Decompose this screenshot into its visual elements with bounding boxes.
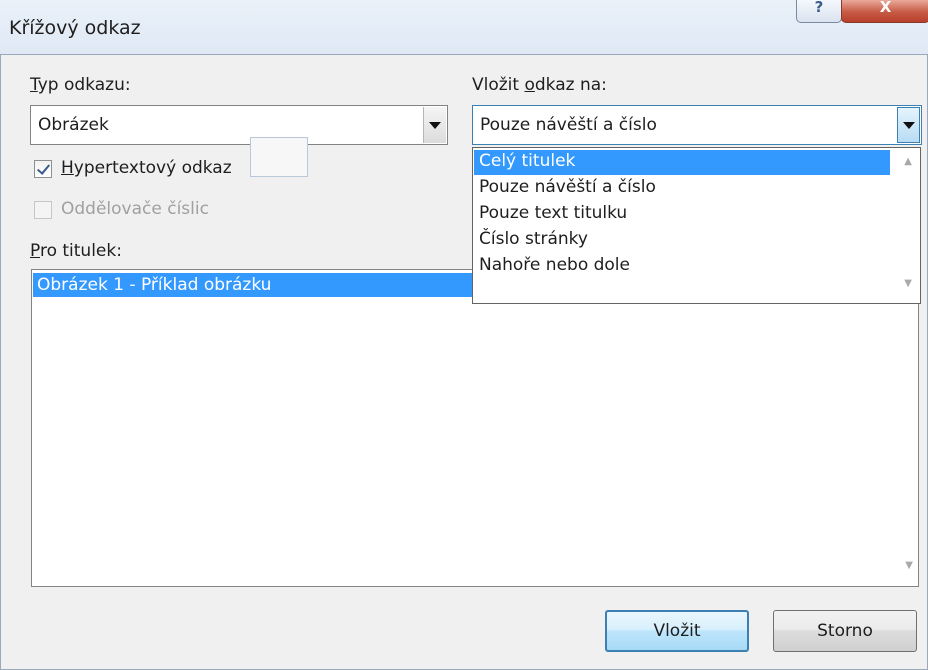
option-label: Pouze text titulku: [479, 203, 628, 223]
option-label: Celý titulek: [479, 151, 576, 171]
close-button[interactable]: X: [841, 0, 928, 23]
separators-checkbox-label: Oddělovače číslic: [61, 199, 209, 219]
separators-checkbox[interactable]: [34, 201, 52, 219]
dropdown-option-full-caption[interactable]: Celý titulek: [474, 150, 890, 175]
insert-reference-value: Pouze návěští a číslo: [480, 115, 657, 135]
dialog-body: Typ odkazu: Obrázek Vložit odkaz na: Pou…: [0, 54, 928, 670]
help-button[interactable]: ?: [796, 0, 842, 23]
insert-reference-options[interactable]: Celý titulek Pouze návěští a číslo Pouze…: [472, 147, 921, 304]
scroll-down-icon[interactable]: ▼: [905, 560, 913, 571]
insert-reference-label: Vložit odkaz na:: [472, 75, 607, 95]
dropdown-option-above-below[interactable]: Nahoře nebo dole: [474, 254, 890, 279]
caption-list[interactable]: Obrázek 1 - Příklad obrázku ▼: [31, 269, 919, 587]
separator-field[interactable]: [250, 137, 308, 177]
reference-type-dropdown[interactable]: Obrázek: [30, 105, 448, 145]
scroll-down-icon[interactable]: ▼: [904, 278, 912, 289]
for-caption-label: Pro titulek:: [30, 241, 122, 261]
reference-type-value: Obrázek: [38, 115, 109, 135]
option-label: Nahoře nebo dole: [479, 255, 630, 275]
insert-reference-dropdown[interactable]: Pouze návěští a číslo: [472, 105, 922, 145]
insert-button[interactable]: Vložit: [605, 610, 749, 652]
insert-reference-dropdown-button[interactable]: [897, 107, 920, 143]
hyperlink-checkbox[interactable]: [34, 160, 52, 178]
dropdown-option-caption-text[interactable]: Pouze text titulku: [474, 202, 890, 227]
option-label: Číslo stránky: [479, 229, 588, 249]
dialog-title: Křížový odkaz: [9, 17, 141, 39]
help-icon: ?: [814, 0, 824, 16]
list-item[interactable]: Obrázek 1 - Příklad obrázku: [33, 273, 473, 297]
chevron-down-icon: [429, 121, 441, 129]
dropdown-option-page-number[interactable]: Číslo stránky: [474, 228, 890, 253]
cancel-button[interactable]: Storno: [773, 610, 917, 652]
reference-type-label: Typ odkazu:: [30, 75, 131, 95]
option-label: Pouze návěští a číslo: [479, 177, 656, 197]
hyperlink-checkbox-label[interactable]: Hypertextový odkaz: [61, 158, 232, 178]
scroll-up-icon[interactable]: ▲: [904, 156, 912, 167]
title-bar[interactable]: Křížový odkaz ? X: [0, 0, 928, 54]
dropdown-option-label-number[interactable]: Pouze návěští a číslo: [474, 176, 890, 201]
reference-type-dropdown-button[interactable]: [423, 107, 446, 143]
list-item-label: Obrázek 1 - Příklad obrázku: [37, 275, 272, 295]
close-icon: X: [879, 0, 892, 16]
caption-list-scrollbar[interactable]: ▼: [896, 270, 918, 586]
chevron-down-icon: [902, 121, 915, 129]
